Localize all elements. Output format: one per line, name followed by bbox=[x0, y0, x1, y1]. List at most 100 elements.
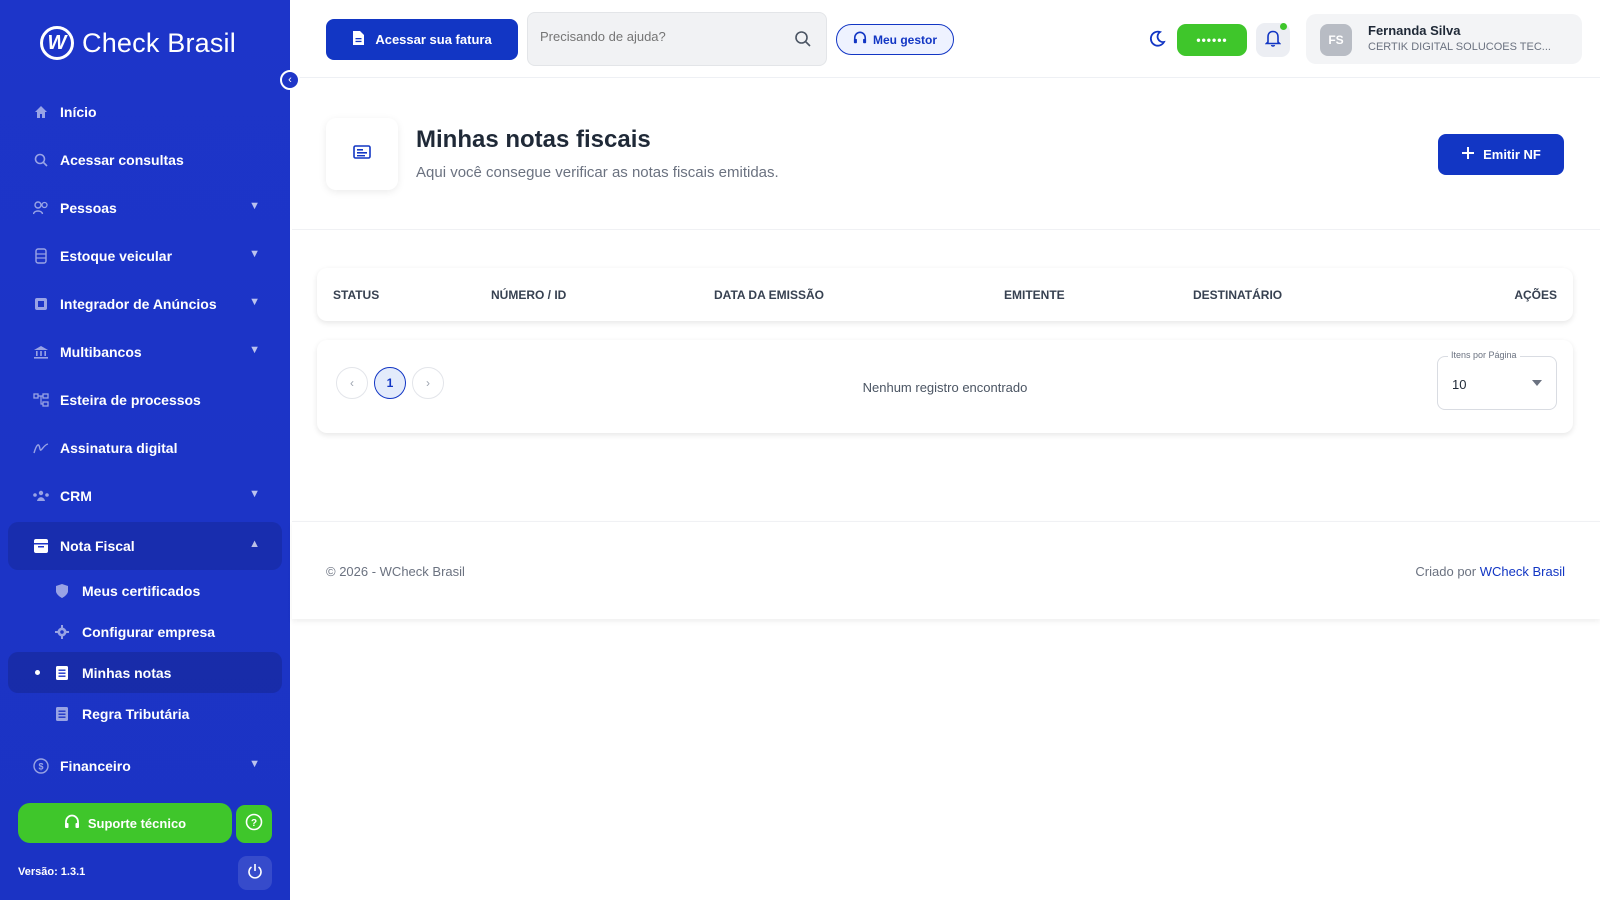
logout-button[interactable] bbox=[238, 856, 272, 890]
bell-icon bbox=[1264, 29, 1282, 52]
sidebar-item-label: Integrador de Anúncios bbox=[60, 296, 217, 312]
chevron-down-icon: ▼ bbox=[249, 758, 260, 770]
sidebar-item-inicio[interactable]: Início bbox=[8, 88, 282, 136]
money-icon: $ bbox=[32, 757, 50, 775]
support-button[interactable]: Suporte técnico bbox=[18, 803, 232, 843]
sidebar-subitem-label: Minhas notas bbox=[82, 664, 172, 681]
sidebar-item-label: Multibancos bbox=[60, 344, 142, 360]
sidebar-item-crm[interactable]: CRM ▼ bbox=[8, 472, 282, 520]
moon-icon[interactable] bbox=[1148, 30, 1166, 53]
credit-prefix: Criado por bbox=[1415, 564, 1477, 579]
document-icon bbox=[352, 30, 365, 49]
sidebar-item-esteira-processos[interactable]: Esteira de processos bbox=[8, 376, 282, 424]
svg-text:$: $ bbox=[38, 762, 43, 772]
sidebar-item-nota-fiscal[interactable]: Nota Fiscal ▲ bbox=[8, 522, 282, 570]
user-company: CERTIK DIGITAL SOLUCOES TEC... bbox=[1368, 41, 1551, 53]
access-invoice-button[interactable]: Acessar sua fatura bbox=[326, 19, 518, 60]
table-body: ‹ 1 › Nenhum registro encontrado Itens p… bbox=[317, 340, 1573, 433]
emit-nf-button[interactable]: Emitir NF bbox=[1438, 134, 1564, 175]
sidebar-subitem-regra-tributaria[interactable]: Regra Tributária bbox=[8, 693, 282, 734]
table-header: STATUS NÚMERO / ID DATA DA EMISSÃO EMITE… bbox=[317, 268, 1573, 321]
rule-icon bbox=[54, 706, 70, 722]
manager-button[interactable]: Meu gestor bbox=[836, 24, 954, 55]
column-header[interactable]: NÚMERO / ID bbox=[491, 288, 566, 302]
sidebar-item-financeiro[interactable]: $ Financeiro ▼ bbox=[8, 742, 282, 790]
chevron-down-icon: ▼ bbox=[249, 488, 260, 500]
brand-logo[interactable]: W Check Brasil bbox=[40, 26, 236, 60]
home-icon bbox=[32, 103, 50, 121]
emit-nf-label: Emitir NF bbox=[1483, 147, 1541, 162]
invoice-list-icon bbox=[353, 144, 371, 164]
notifications-button[interactable] bbox=[1256, 23, 1290, 57]
sidebar-subitem-minhas-notas[interactable]: Minhas notas bbox=[8, 652, 282, 693]
svg-text:?: ? bbox=[251, 818, 257, 829]
chevron-left-icon: ‹ bbox=[288, 74, 292, 86]
plus-icon bbox=[1461, 146, 1475, 163]
headset-icon bbox=[853, 31, 867, 48]
support-label: Suporte técnico bbox=[87, 815, 187, 831]
sidebar-item-label: Assinatura digital bbox=[60, 440, 178, 456]
credit-link[interactable]: WCheck Brasil bbox=[1480, 564, 1565, 579]
user-menu[interactable]: FS Fernanda Silva CERTIK DIGITAL SOLUCOE… bbox=[1306, 14, 1582, 64]
topbar: Acessar sua fatura Meu gestor •••••• FS … bbox=[290, 0, 1600, 78]
copyright: © 2026 - WCheck Brasil bbox=[326, 564, 465, 579]
sidebar-subitem-meus-certificados[interactable]: Meus certificados bbox=[8, 570, 282, 611]
chevron-down-icon: ▼ bbox=[249, 296, 260, 308]
question-icon: ? bbox=[245, 813, 263, 836]
column-header[interactable]: DESTINATÁRIO bbox=[1193, 288, 1282, 302]
sidebar: W Check Brasil Início Acessar consultas … bbox=[0, 0, 290, 900]
search-icon[interactable] bbox=[794, 30, 812, 53]
list-icon bbox=[54, 665, 70, 681]
people-icon bbox=[32, 199, 50, 217]
sidebar-subitem-label: Configurar empresa bbox=[82, 623, 216, 640]
empty-message: Nenhum registro encontrado bbox=[862, 380, 1028, 395]
column-header: AÇÕES bbox=[1514, 288, 1557, 302]
sidebar-subitem-configurar-empresa[interactable]: Configurar empresa bbox=[8, 611, 282, 652]
power-icon bbox=[247, 863, 263, 884]
status-pill[interactable]: •••••• bbox=[1177, 24, 1247, 56]
notification-dot bbox=[1280, 23, 1287, 30]
sidebar-item-label: Estoque veicular bbox=[60, 248, 173, 264]
search-input[interactable] bbox=[540, 29, 780, 44]
footer: © 2026 - WCheck Brasil Criado por WCheck… bbox=[292, 521, 1600, 619]
sidebar-subitem-label: Regra Tributária bbox=[82, 705, 190, 722]
items-per-page-select[interactable]: Itens por Página 10 bbox=[1437, 350, 1557, 410]
flow-icon bbox=[32, 391, 50, 409]
sidebar-nav: Início Acessar consultas Pessoas ▼ Estoq… bbox=[8, 88, 282, 790]
items-per-page-label: Itens por Página bbox=[1448, 350, 1520, 360]
chevron-down-icon: ▼ bbox=[249, 248, 260, 260]
sidebar-collapse-button[interactable]: ‹ bbox=[280, 70, 300, 90]
sidebar-item-estoque-veicular[interactable]: Estoque veicular ▼ bbox=[8, 232, 282, 280]
sidebar-item-label: CRM bbox=[60, 488, 92, 504]
caret-down-icon bbox=[1532, 380, 1542, 386]
column-header[interactable]: EMITENTE bbox=[1004, 288, 1065, 302]
sidebar-item-multibancos[interactable]: Multibancos ▼ bbox=[8, 328, 282, 376]
items-per-page-value: 10 bbox=[1452, 377, 1467, 392]
sidebar-item-label: Nota Fiscal bbox=[60, 538, 135, 554]
avatar: FS bbox=[1320, 24, 1352, 56]
logo-mark-icon: W bbox=[40, 26, 74, 60]
search-icon bbox=[32, 151, 50, 169]
column-header[interactable]: STATUS bbox=[333, 288, 379, 302]
sidebar-item-integrador-anuncios[interactable]: Integrador de Anúncios ▼ bbox=[8, 280, 282, 328]
ads-icon bbox=[32, 295, 50, 313]
column-header[interactable]: DATA DA EMISSÃO bbox=[714, 288, 824, 302]
brand-name: Check Brasil bbox=[82, 27, 236, 58]
bank-icon bbox=[32, 343, 50, 361]
chevron-down-icon: ▼ bbox=[249, 344, 260, 356]
page-header-icon bbox=[326, 118, 398, 190]
help-search[interactable] bbox=[527, 12, 827, 66]
chevron-up-icon: ▲ bbox=[249, 538, 260, 550]
sidebar-item-acessar-consultas[interactable]: Acessar consultas bbox=[8, 136, 282, 184]
sidebar-item-pessoas[interactable]: Pessoas ▼ bbox=[8, 184, 282, 232]
sidebar-item-label: Pessoas bbox=[60, 200, 117, 216]
user-name: Fernanda Silva bbox=[1368, 23, 1461, 38]
sidebar-item-label: Esteira de processos bbox=[60, 392, 201, 408]
certificate-icon bbox=[54, 583, 70, 599]
headset-icon bbox=[64, 814, 80, 833]
help-button[interactable]: ? bbox=[236, 805, 272, 843]
sidebar-item-assinatura-digital[interactable]: Assinatura digital bbox=[8, 424, 282, 472]
car-icon bbox=[32, 247, 50, 265]
sidebar-item-label: Financeiro bbox=[60, 758, 131, 774]
gear-icon bbox=[54, 624, 70, 640]
